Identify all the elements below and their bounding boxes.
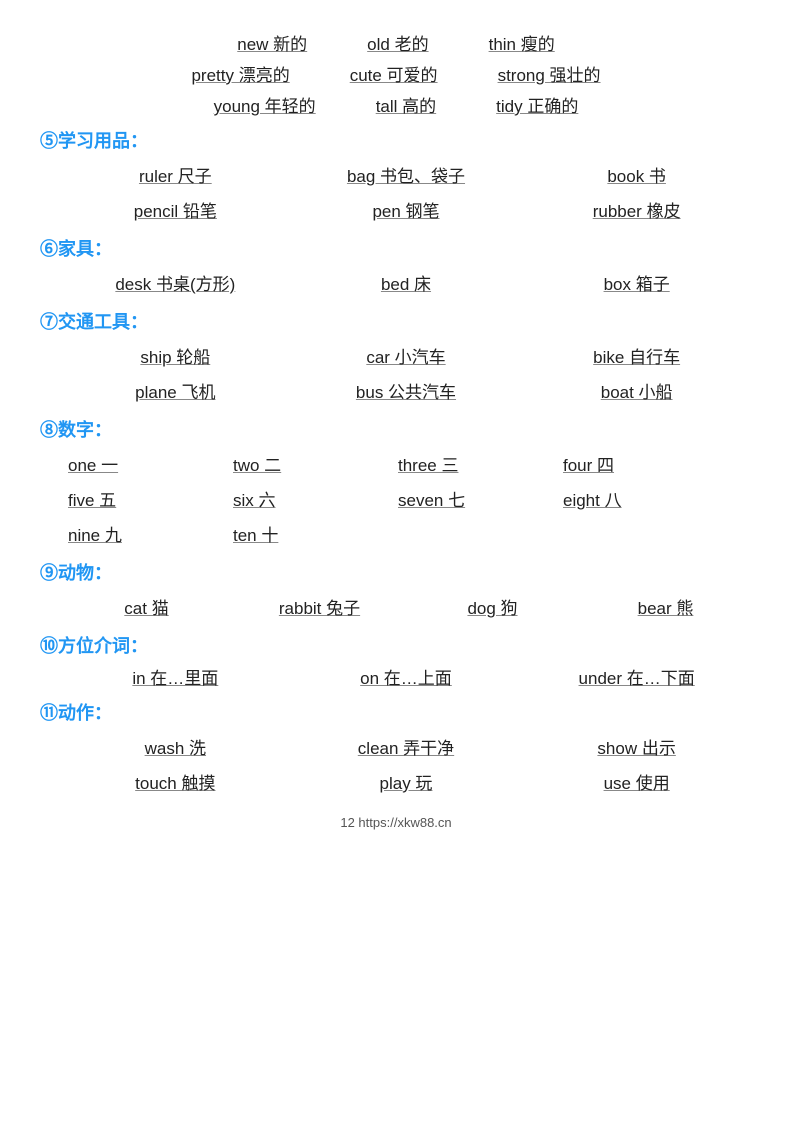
vocab-item: use 使用: [547, 766, 727, 797]
vocab-item: bag 书包、袋子: [316, 159, 496, 190]
section7-header: ⑦交通工具：: [40, 308, 752, 334]
vocab-item: car 小汽车: [316, 340, 496, 371]
vocab-item: boat 小船: [547, 375, 727, 406]
num-item: four 四: [555, 448, 720, 479]
adj-item: strong 强壮的: [498, 61, 601, 86]
section5-row1: ruler 尺子 bag 书包、袋子 book 书: [40, 159, 752, 190]
vocab-item: desk 书桌(方形): [85, 267, 265, 298]
vocab-item: clean 弄干净: [316, 731, 496, 762]
num-item: five 五: [60, 483, 225, 514]
vocab-item: bed 床: [316, 267, 496, 298]
section5-header: ⑤学习用品：: [40, 127, 752, 153]
section7-row2: plane 飞机 bus 公共汽车 boat 小船: [40, 375, 752, 406]
vocab-item: show 出示: [547, 731, 727, 762]
vocab-item: ship 轮船: [85, 340, 265, 371]
adjectives-section: new 新的 old 老的 thin 瘦的 pretty 漂亮的 cute 可爱…: [40, 30, 752, 117]
num-item: six 六: [225, 483, 390, 514]
vocab-item: pen 钢笔: [316, 194, 496, 225]
num-item: two 二: [225, 448, 390, 479]
vocab-item: bus 公共汽车: [316, 375, 496, 406]
section7-row1: ship 轮船 car 小汽车 bike 自行车: [40, 340, 752, 371]
section8-header: ⑧数字：: [40, 416, 752, 442]
vocab-item: dog 狗: [423, 591, 563, 622]
section11-row2: touch 触摸 play 玩 use 使用: [40, 766, 752, 797]
vocab-item: bike 自行车: [547, 340, 727, 371]
section11-row1: wash 洗 clean 弄干净 show 出示: [40, 731, 752, 762]
adj-row-2: pretty 漂亮的 cute 可爱的 strong 强壮的: [40, 61, 752, 86]
section9-header: ⑨动物：: [40, 559, 752, 585]
adj-row-1: new 新的 old 老的 thin 瘦的: [40, 30, 752, 55]
num-item: three 三: [390, 448, 555, 479]
vocab-item: bear 熊: [596, 591, 736, 622]
adj-item: pretty 漂亮的: [191, 61, 289, 86]
vocab-item: ruler 尺子: [85, 159, 265, 190]
adj-item: cute 可爱的: [350, 61, 438, 86]
prep-item: in 在…里面: [75, 664, 275, 689]
num-item: eight 八: [555, 483, 720, 514]
section9-row1: cat 猫 rabbit 兔子 dog 狗 bear 熊: [40, 591, 752, 622]
section5-row2: pencil 铅笔 pen 钢笔 rubber 橡皮: [40, 194, 752, 225]
section6-row1: desk 书桌(方形) bed 床 box 箱子: [40, 267, 752, 298]
vocab-item: book 书: [547, 159, 727, 190]
vocab-item: touch 触摸: [85, 766, 265, 797]
section10-header: ⑩方位介词：: [40, 632, 752, 658]
prep-item: on 在…上面: [306, 664, 506, 689]
vocab-item: box 箱子: [547, 267, 727, 298]
vocab-item: rabbit 兔子: [250, 591, 390, 622]
num-item: seven 七: [390, 483, 555, 514]
section8-row2: five 五 six 六 seven 七 eight 八: [40, 483, 752, 514]
vocab-item: cat 猫: [77, 591, 217, 622]
section8-row3: nine 九 ten 十: [40, 518, 752, 549]
section8-row1: one 一 two 二 three 三 four 四: [40, 448, 752, 479]
prep-item: under 在…下面: [537, 664, 737, 689]
adj-item: tall 高的: [376, 92, 436, 117]
vocab-item: play 玩: [316, 766, 496, 797]
vocab-item: pencil 铅笔: [85, 194, 265, 225]
vocab-item: wash 洗: [85, 731, 265, 762]
adj-item: old 老的: [367, 30, 428, 55]
section10-row1: in 在…里面 on 在…上面 under 在…下面: [40, 664, 752, 689]
adj-item: young 年轻的: [214, 92, 316, 117]
num-item: one 一: [60, 448, 225, 479]
section6-header: ⑥家具：: [40, 235, 752, 261]
section11-header: ⑪动作：: [40, 699, 752, 725]
vocab-item: rubber 橡皮: [547, 194, 727, 225]
footer-text: 12 https://xkw88.cn: [40, 815, 752, 830]
num-item: ten 十: [225, 518, 390, 549]
adj-item: tidy 正确的: [496, 92, 578, 117]
adj-item: new 新的: [237, 30, 307, 55]
vocab-item: plane 飞机: [85, 375, 265, 406]
num-item: nine 九: [60, 518, 225, 549]
adj-row-3: young 年轻的 tall 高的 tidy 正确的: [40, 92, 752, 117]
adj-item: thin 瘦的: [489, 30, 555, 55]
